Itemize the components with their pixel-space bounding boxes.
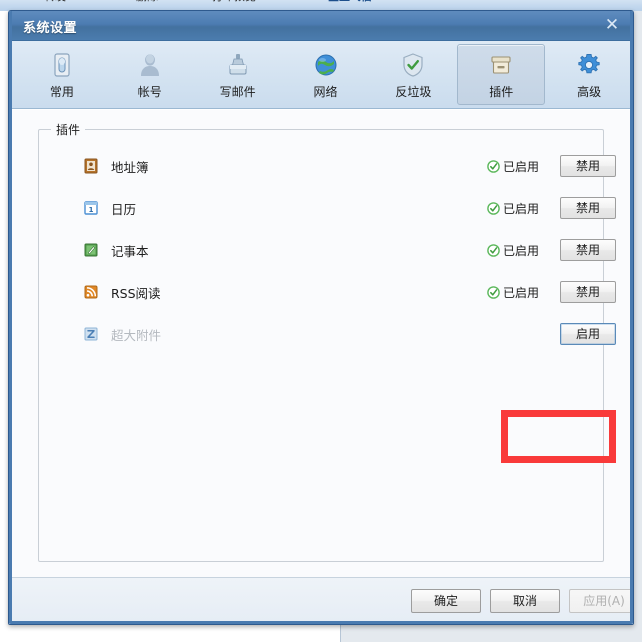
bg-toolbar-label-1: 删除 xyxy=(136,0,158,4)
plugin-row-calendar: 1 日历 已启用 禁用 xyxy=(39,187,616,229)
plugin-name: 地址簿 xyxy=(111,159,149,175)
plugin-toggle-button[interactable]: 禁用 xyxy=(560,197,616,219)
cancel-button[interactable]: 取消 xyxy=(490,589,560,613)
globe-network-icon xyxy=(314,50,338,80)
svg-text:1: 1 xyxy=(89,206,94,214)
tab-account[interactable]: 帐号 xyxy=(106,44,194,105)
apply-button[interactable]: 应用(A) xyxy=(569,589,633,613)
plugin-name: RSS阅读 xyxy=(111,285,161,301)
plugins-groupbox-legend: 插件 xyxy=(51,121,86,138)
tab-antispam[interactable]: 反垃圾 xyxy=(369,44,457,105)
plugin-name: 日历 xyxy=(111,201,137,217)
notepad-pencil-icon xyxy=(83,242,99,258)
compose-mail-icon xyxy=(226,50,250,80)
plugin-toggle-button[interactable]: 禁用 xyxy=(560,239,616,261)
plugin-row-rss: RSS阅读 已启用 禁用 xyxy=(39,271,616,313)
dialog-titlebar[interactable]: 系统设置 ✕ xyxy=(9,11,633,41)
fetion-icon: ✉ xyxy=(300,0,311,1)
tab-advanced-label: 高级 xyxy=(577,84,602,99)
green-check-icon xyxy=(487,159,500,173)
system-settings-dialog: 系统设置 ✕ 常用 帐号 写邮件 网络 反垃圾 插件 高级 插件 地址簿 已启用… xyxy=(8,10,634,625)
bg-toolbar-label-2: 打印预览 xyxy=(212,0,256,4)
settings-content-panel: 插件 地址簿 已启用 禁用 1 日历 已启用 禁用 记事本 已启用 禁用 RSS… xyxy=(12,109,630,577)
dialog-title: 系统设置 xyxy=(23,21,78,36)
bg-toolbar-label-0: 转发 xyxy=(44,0,66,4)
bg-toolbar-label-3: 企业飞信 xyxy=(328,0,372,4)
settings-tabstrip: 常用 帐号 写邮件 网络 反垃圾 插件 高级 xyxy=(9,41,633,109)
plugin-box-icon xyxy=(489,50,513,80)
green-check-icon xyxy=(487,285,500,299)
plugin-status: 已启用 xyxy=(487,242,539,259)
plugin-toggle-button[interactable]: 启用 xyxy=(560,323,616,345)
plugin-row-address-book: 地址簿 已启用 禁用 xyxy=(39,145,616,187)
plugin-name: 记事本 xyxy=(111,243,149,259)
plugin-toggle-button[interactable]: 禁用 xyxy=(560,155,616,177)
tab-plugins-label: 插件 xyxy=(489,84,514,99)
tab-general-label: 常用 xyxy=(49,84,74,99)
forward-icon: ➭ xyxy=(18,0,29,1)
print-preview-icon: ▭ xyxy=(186,0,198,1)
close-icon[interactable]: ✕ xyxy=(599,14,625,37)
tab-compose[interactable]: 写邮件 xyxy=(194,44,282,105)
ok-button[interactable]: 确定 xyxy=(411,589,481,613)
tab-account-label: 帐号 xyxy=(137,84,162,99)
plugin-status-text: 已启用 xyxy=(503,201,540,216)
tab-advanced[interactable]: 高级 xyxy=(545,44,633,105)
tab-general[interactable]: 常用 xyxy=(18,44,106,105)
user-account-icon xyxy=(138,50,162,80)
large-attachment-icon xyxy=(83,326,99,342)
green-check-icon xyxy=(487,243,500,257)
plugin-status-text: 已启用 xyxy=(503,243,540,258)
calendar-icon: 1 xyxy=(83,200,99,216)
plugin-toggle-button[interactable]: 禁用 xyxy=(560,281,616,303)
tab-network-label: 网络 xyxy=(313,84,338,99)
gear-advanced-icon xyxy=(577,50,601,80)
plugin-row-notepad: 记事本 已启用 禁用 xyxy=(39,229,616,271)
delete-icon: ✄ xyxy=(110,0,121,1)
tab-compose-label: 写邮件 xyxy=(219,84,256,99)
plugin-status: 已启用 xyxy=(487,284,539,301)
green-check-icon xyxy=(487,201,500,215)
shield-antispam-icon xyxy=(401,50,425,80)
plugin-status: 已启用 xyxy=(487,158,539,175)
plugin-name: 超大附件 xyxy=(111,327,162,343)
rss-feed-icon xyxy=(83,284,99,300)
plugin-list: 地址簿 已启用 禁用 1 日历 已启用 禁用 记事本 已启用 禁用 RSS阅读 … xyxy=(39,145,616,355)
tab-antispam-label: 反垃圾 xyxy=(395,84,432,99)
plugin-status-text: 已启用 xyxy=(503,159,540,174)
plugin-status: 已启用 xyxy=(487,200,539,217)
general-switch-icon xyxy=(50,50,74,80)
plugin-row-large-attachment: 超大附件 启用 xyxy=(39,313,616,355)
plugins-groupbox: 插件 地址簿 已启用 禁用 1 日历 已启用 禁用 记事本 已启用 禁用 RSS… xyxy=(38,121,616,562)
tab-network[interactable]: 网络 xyxy=(282,44,370,105)
plugin-status-text: 已启用 xyxy=(503,285,540,300)
address-book-icon xyxy=(83,158,99,174)
tab-plugins[interactable]: 插件 xyxy=(457,44,546,105)
dialog-footer: 确定 取消 应用(A) xyxy=(12,577,633,621)
